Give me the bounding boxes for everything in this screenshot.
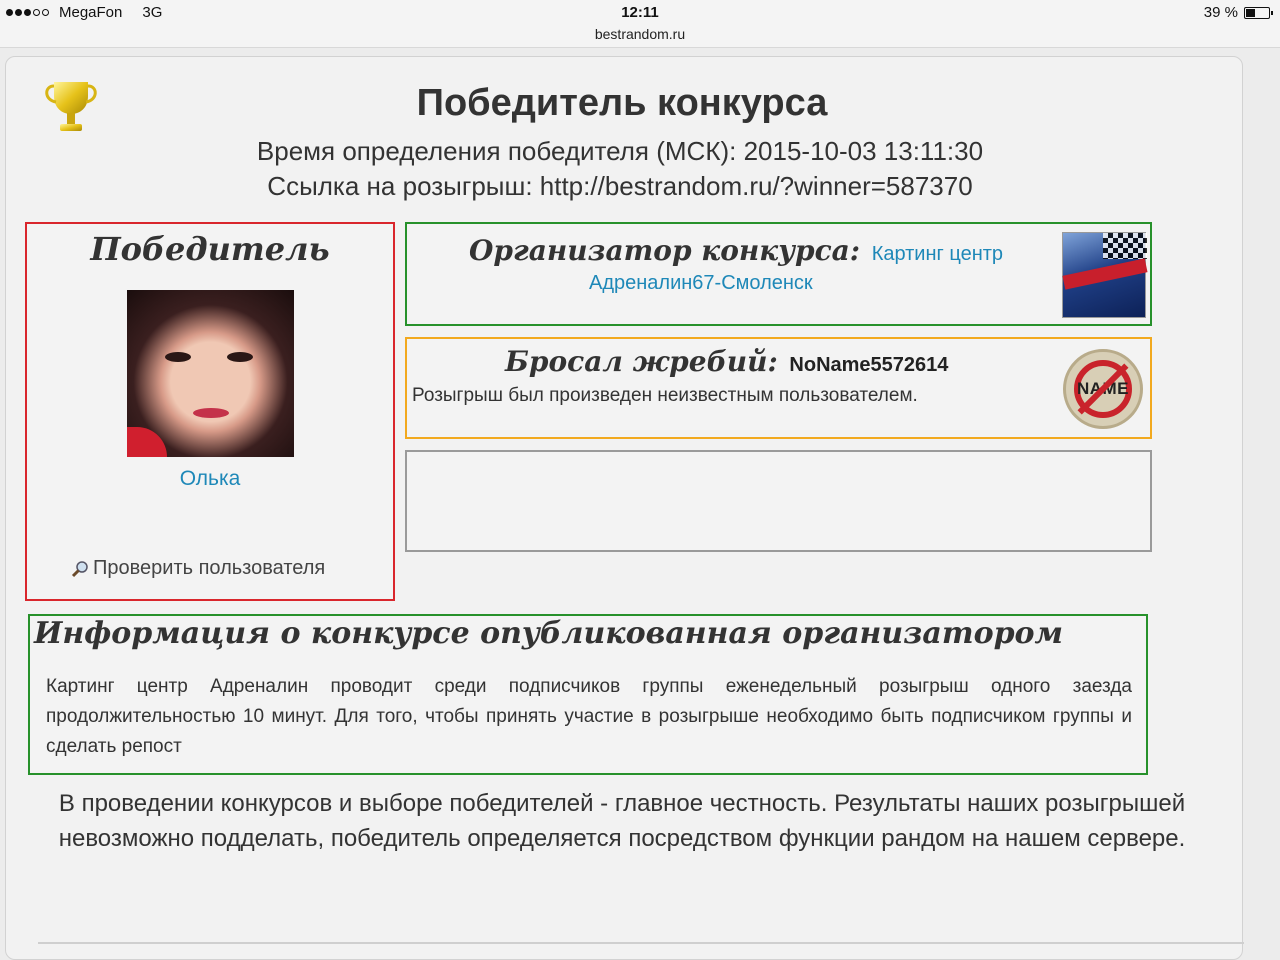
magnifier-icon <box>71 560 88 577</box>
address-url[interactable]: bestrandom.ru <box>0 26 1280 42</box>
draw-user: NoName5572614 <box>789 354 949 376</box>
draw-panel: Бросал жребий: NoName5572614 Розыгрыш бы… <box>405 337 1152 439</box>
clock: 12:11 <box>621 4 659 21</box>
battery-level-fill <box>1246 8 1255 17</box>
organizer-heading: Организатор конкурса: <box>469 234 861 267</box>
organizer-line: Организатор конкурса: Картинг центр <box>469 234 1003 267</box>
winner-panel: Победитель Олька Проверить пользователя <box>25 222 395 601</box>
check-user-label: Проверить пользователя <box>93 557 326 579</box>
organizer-name-link[interactable]: Картинг центр <box>872 243 1003 265</box>
contest-info-text: Картинг центр Адреналин проводит среди п… <box>46 676 1132 757</box>
page-title: Победитель конкурса <box>416 82 828 124</box>
status-right: 39 % <box>1203 4 1273 21</box>
draw-heading: Бросал жребий: <box>505 345 778 378</box>
contest-info-heading: Информация о конкурсе опубликованная орг… <box>34 616 1064 651</box>
winner-avatar[interactable] <box>127 290 294 457</box>
draw-line: Бросал жребий: NoName5572614 <box>505 345 948 378</box>
status-bar: MegaFon 3G 12:11 bestrandom.ru 39 % <box>0 0 1280 48</box>
empty-panel <box>405 450 1152 552</box>
draw-description: Розыгрыш был произведен неизвестным поль… <box>412 385 918 406</box>
divider <box>38 942 1244 944</box>
giveaway-link-line[interactable]: Ссылка на розыгрыш: http://bestrandom.ru… <box>0 171 1240 202</box>
organizer-panel: Организатор конкурса: Картинг центр Адре… <box>405 222 1152 326</box>
footer-text: В проведении конкурсов и выборе победите… <box>58 790 1186 852</box>
organizer-name-link-continued[interactable]: Адреналин67-Смоленск <box>589 272 813 295</box>
noname-avatar: NAME <box>1063 349 1143 429</box>
contest-info-panel: Информация о конкурсе опубликованная орг… <box>28 614 1148 775</box>
winner-name-link[interactable]: Олька <box>27 467 393 491</box>
battery-percent: 39 % <box>1203 4 1238 21</box>
check-user-button[interactable]: Проверить пользователя <box>71 557 325 580</box>
winner-heading: Победитель <box>90 230 330 268</box>
winner-time-line: Время определения победителя (МСК): 2015… <box>256 136 984 166</box>
organizer-logo[interactable] <box>1062 232 1148 318</box>
battery-icon <box>1244 6 1273 19</box>
